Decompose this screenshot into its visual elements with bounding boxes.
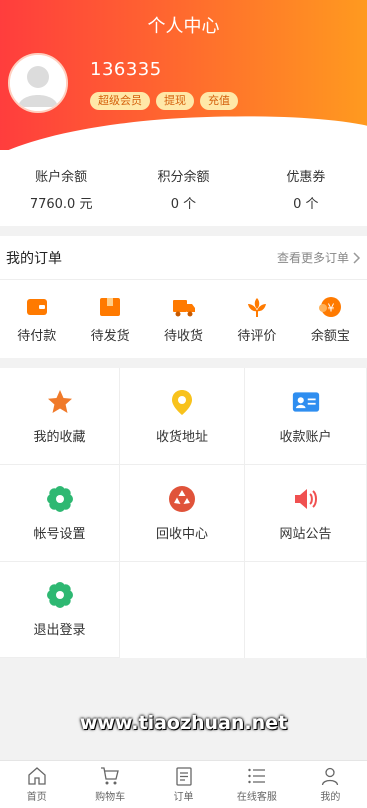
vip-badge[interactable]: 超级会员 [90,92,150,110]
username: 136335 [90,59,162,80]
menu-site-announcements[interactable]: 网站公告 [245,465,367,562]
home-icon [28,767,46,785]
account-balance[interactable]: 账户余额 7760.0 元 [0,150,122,226]
order-pending-shipment[interactable]: 待发货 [73,280,146,358]
my-orders-section: 我的订单 查看更多订单 待付款 待发货 待收货 待评价 ¥ 余额宝 [0,236,367,358]
menu-label: 退出登录 [33,623,86,638]
flower-icon [247,297,266,317]
location-pin-icon [172,389,192,415]
withdraw-button[interactable]: 提现 [156,92,194,110]
order-pending-review[interactable]: 待评价 [220,280,293,358]
user-icon [322,767,339,786]
menu-label: 帐号设置 [33,526,86,542]
tab-home[interactable]: 首页 [0,761,73,808]
menu-account-settings[interactable]: 帐号设置 [0,465,120,562]
bottom-tab-bar: 首页 购物车 订单 在线客服 我的 [0,760,367,808]
menu-recycle-center[interactable]: 回收中心 [120,465,245,562]
avatar[interactable] [8,53,68,113]
menu-label: 收货地址 [155,429,208,445]
page-title: 个人中心 [147,16,220,37]
order-pending-payment[interactable]: 待付款 [0,280,73,358]
tab-label: 在线客服 [236,792,277,803]
coupons-value: 0 个 [293,197,319,212]
avatar-user-icon [10,55,66,111]
tab-label: 订单 [173,792,194,803]
balance-summary: 账户余额 7760.0 元 积分余额 0 个 优惠券 0 个 [0,150,367,226]
tab-cart[interactable]: 购物车 [73,761,146,808]
coin-icon: ¥ [319,296,342,317]
points-value: 0 个 [170,197,197,212]
speaker-icon [294,488,317,509]
menu-empty-cell [120,562,245,658]
tab-label: 我的 [320,792,341,803]
menu-label: 我的收藏 [33,429,86,445]
order-yuebao[interactable]: ¥ 余额宝 [294,280,367,358]
order-label: 待发货 [90,328,130,344]
menu-favorites[interactable]: 我的收藏 [0,368,120,465]
cart-icon [101,767,119,785]
clipboard-icon [175,767,192,786]
order-status-row: 待付款 待发货 待收货 待评价 ¥ 余额宝 [0,280,367,358]
tab-orders[interactable]: 订单 [147,761,220,808]
tab-label: 购物车 [95,792,126,803]
order-label: 余额宝 [310,328,350,344]
menu-payee-account[interactable]: 收款账户 [245,368,367,465]
gear-flower-icon [46,485,73,512]
points-label: 积分余额 [157,170,210,185]
recharge-button[interactable]: 充值 [200,92,238,110]
menu-empty-cell [245,562,367,658]
package-icon [100,297,121,316]
id-card-icon [292,391,319,412]
recycle-icon [169,485,195,512]
points-balance[interactable]: 积分余额 0 个 [122,150,244,226]
svg-text:¥: ¥ [328,301,335,314]
menu-label: 收款账户 [279,429,332,445]
orders-title: 我的订单 [6,250,62,267]
logout-flower-icon [46,582,73,608]
chevron-right-icon [353,251,361,264]
coupons[interactable]: 优惠券 0 个 [245,150,367,226]
wallet-icon [26,298,47,315]
view-more-label: 查看更多订单 [276,251,349,265]
menu-label: 回收中心 [155,526,208,542]
truck-icon [172,299,195,316]
profile-header: 个人中心 136335 超级会员 提现 充值 [0,0,367,150]
tab-customer-service[interactable]: 在线客服 [220,761,293,808]
balance-value: 7760.0 元 [29,197,93,212]
balance-label: 账户余额 [35,170,88,185]
order-label: 待收货 [164,328,204,344]
coupons-label: 优惠券 [286,170,326,185]
orders-header: 我的订单 查看更多订单 [0,236,367,280]
order-label: 待付款 [17,328,57,344]
order-pending-receipt[interactable]: 待收货 [147,280,220,358]
order-label: 待评价 [237,328,277,344]
menu-label: 网站公告 [279,526,332,542]
tab-mine[interactable]: 我的 [294,761,367,808]
view-more-orders-link[interactable]: 查看更多订单 [277,249,361,266]
menu-logout[interactable]: 退出登录 [0,562,120,658]
site-watermark: www.tiaozhuan.net [79,712,288,734]
star-icon [47,389,72,413]
tab-label: 首页 [26,792,47,803]
header-wave [0,106,367,150]
list-icon [248,768,265,784]
menu-shipping-address[interactable]: 收货地址 [120,368,245,465]
user-tags: 超级会员 提现 充值 [90,92,238,110]
feature-grid: 我的收藏 收货地址 收款账户 帐号设置 回收中心 网站公告 退出登录 [0,368,367,658]
